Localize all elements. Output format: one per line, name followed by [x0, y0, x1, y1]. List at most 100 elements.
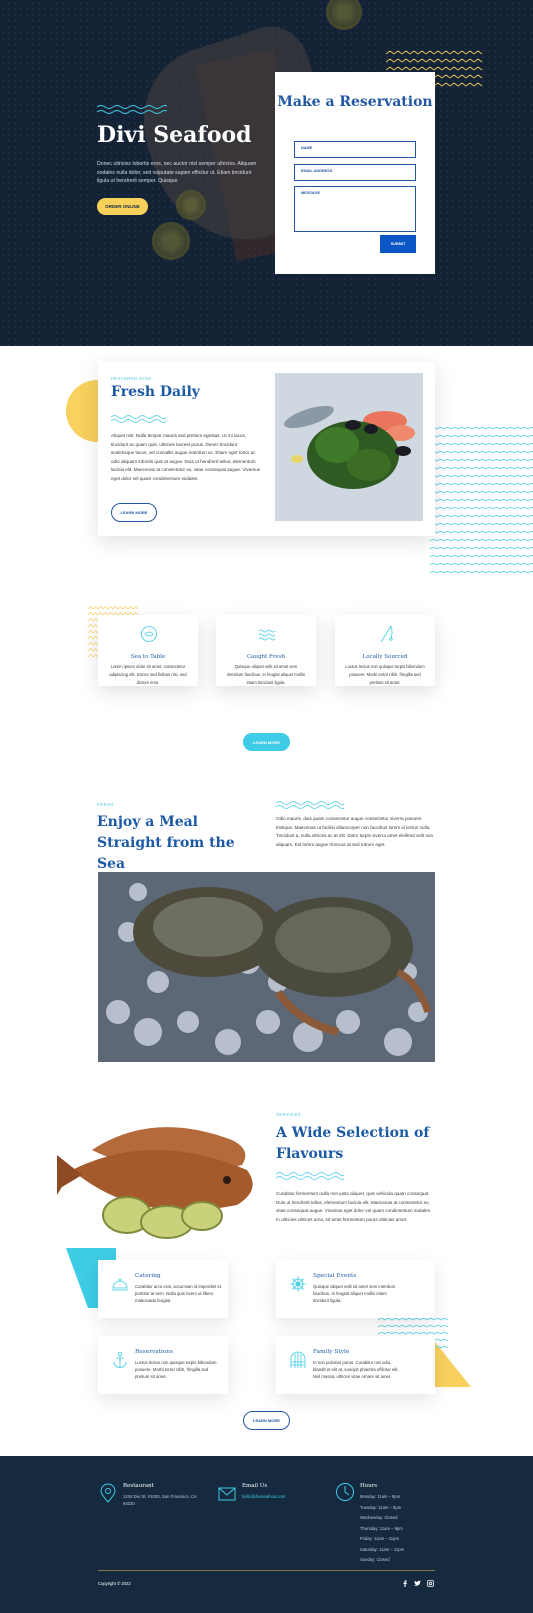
- footer-email-title: Email Us: [242, 1483, 268, 1489]
- wave-decoration: [276, 1172, 344, 1180]
- submit-button[interactable]: SUBMIT: [380, 235, 416, 253]
- decor-line: [430, 507, 533, 510]
- hero-title: Divi Seafood: [97, 122, 252, 148]
- footer-hours-title: Hours: [360, 1483, 378, 1489]
- decor-line: [430, 539, 533, 542]
- decor-line: [378, 1332, 448, 1335]
- footer-divider: [98, 1570, 435, 1571]
- meal-text: Odio mauris, duis quam consectetur augue…: [276, 816, 434, 847]
- footer-email-link[interactable]: hello@diviseafood.com: [242, 1493, 285, 1500]
- lemon-slice-image: [176, 190, 206, 220]
- crabs-on-ice-image: [98, 872, 435, 1062]
- decor-line: [430, 563, 533, 566]
- envelope-icon: [218, 1487, 236, 1501]
- decor-line: [88, 606, 138, 610]
- decor-line: [430, 547, 533, 550]
- service-family-style: Family Style In non pulvinar purus. Cura…: [276, 1336, 435, 1394]
- services-text: Curabitur fermentum nulla non justo aliq…: [276, 1191, 432, 1222]
- fish-plate-icon: [141, 626, 157, 642]
- net-icon: [290, 1351, 306, 1368]
- service-title: Catering: [135, 1273, 161, 1279]
- instagram-icon[interactable]: [427, 1580, 434, 1587]
- fresh-title: Fresh Daily: [111, 384, 200, 400]
- anchor-icon: [113, 1351, 127, 1369]
- decor-line: [430, 467, 533, 470]
- name-field[interactable]: NAME: [294, 141, 416, 158]
- wave-pattern-decoration: [430, 427, 533, 574]
- hours-line: Tuesday: 11am – 9pm: [360, 1504, 402, 1510]
- location-pin-icon: [100, 1483, 116, 1503]
- services-learn-more-button[interactable]: LEARN MORE: [243, 1411, 290, 1430]
- decor-line: [430, 435, 533, 438]
- wave-decoration: [97, 105, 167, 114]
- order-online-button[interactable]: ORDER ONLINE: [97, 198, 148, 215]
- decor-line: [378, 1325, 448, 1328]
- page: Divi Seafood Donec ultricies lobortis er…: [0, 0, 533, 1613]
- feature-locally-sourced: Locally Sourced Luctus lectus non quisqu…: [335, 615, 435, 686]
- twitter-icon[interactable]: [414, 1580, 421, 1587]
- reservation-title: Make a Reservation: [277, 94, 433, 110]
- decor-line: [430, 499, 533, 502]
- fresh-eyebrow: FEATURED DISH: [111, 376, 152, 381]
- features-learn-more-button[interactable]: LEARN MORE: [243, 733, 290, 751]
- seafood-illustration: [275, 373, 423, 521]
- decor-line: [430, 483, 533, 486]
- decor-line: [430, 571, 533, 574]
- watercolor-fish-illustration: [57, 1127, 253, 1239]
- fresh-text: Aliquet nisl. Nulla tempor mauris sed pr…: [111, 433, 261, 481]
- decor-line: [430, 523, 533, 526]
- hero-section: Divi Seafood Donec ultricies lobortis er…: [0, 0, 533, 346]
- services-title: A Wide Selection of Flavours: [276, 1125, 430, 1162]
- decor-line: [430, 475, 533, 478]
- feature-text: Luctus lectus non quisque turpis bibendu…: [345, 664, 425, 685]
- email-field[interactable]: EMAIL ADDRESS: [294, 164, 416, 181]
- decor-line: [430, 459, 533, 462]
- services-eyebrow: SERVICES: [276, 1112, 302, 1117]
- ships-wheel-icon: [290, 1276, 306, 1292]
- lemon-slice-image: [152, 222, 190, 260]
- hours-line: Saturday: 11am – 11pm: [360, 1546, 405, 1552]
- service-title: Reservations: [135, 1349, 174, 1355]
- reservation-form: Make a Reservation NAME EMAIL ADDRESS ME…: [275, 72, 435, 274]
- seafood-platter-image: [275, 373, 423, 521]
- crab-illustration: [98, 872, 435, 1062]
- service-text: In non pulvinar purus. Curabitur nisi od…: [313, 1360, 399, 1379]
- feature-sea-to-table: Sea to Table Lorem ipsum dolor sit amet,…: [98, 615, 198, 686]
- wave-decoration: [276, 801, 344, 809]
- footer-restaurant-title: Restaurant: [123, 1483, 154, 1489]
- feature-title: Sea to Table: [130, 654, 166, 660]
- service-title: Special Events: [313, 1273, 357, 1279]
- fresh-daily-card: FEATURED DISH Fresh Daily Aliquet nisl. …: [98, 362, 435, 536]
- wave-decoration: [111, 415, 166, 423]
- meal-title: Enjoy a Meal Straight from the Sea: [97, 814, 235, 872]
- service-special-events: Special Events Quisque aliquet velit sit…: [276, 1260, 435, 1318]
- feature-title: Locally Sourced: [362, 654, 408, 660]
- hours-line: Friday: 11am – 11pm: [360, 1536, 399, 1541]
- decor-line: [430, 451, 533, 454]
- service-text: Luctus lectus non quisque turpis bibendu…: [135, 1360, 217, 1379]
- service-title: Family Style: [313, 1349, 350, 1355]
- facebook-icon[interactable]: [402, 1580, 408, 1587]
- meal-eyebrow: FRESH: [97, 802, 114, 807]
- decor-line: [430, 515, 533, 518]
- feature-text: Quisque aliquet velit sit amet sem inter…: [227, 664, 305, 685]
- hero-text: Donec ultricies lobortis eros, nec aucto…: [97, 161, 257, 184]
- fresh-learn-more-button[interactable]: LEARN MORE: [111, 503, 157, 522]
- decor-line: [430, 555, 533, 558]
- service-text: Quisque aliquet velit sit amet sem inter…: [313, 1284, 396, 1303]
- decor-line: [430, 531, 533, 534]
- copyright: Copyright © 2022: [98, 1581, 131, 1586]
- waves-icon: [258, 629, 276, 641]
- decor-line: [430, 443, 533, 446]
- footer-address: 1234 Divi St. #1000, San Francisco, CA 9…: [123, 1494, 197, 1506]
- message-field[interactable]: MESSAGE: [294, 186, 416, 232]
- decor-line: [430, 491, 533, 494]
- service-reservations: Reservations Luctus lectus non quisque t…: [98, 1336, 228, 1394]
- cloche-icon: [112, 1278, 128, 1291]
- feature-text: Lorem ipsum dolor sit amet, consectetur …: [109, 664, 187, 685]
- hours-line: Wednesday: Closed: [360, 1515, 398, 1520]
- hours-line: Sunday: Closed: [360, 1557, 390, 1562]
- decor-line: [430, 427, 533, 430]
- feature-caught-fresh: Caught Fresh Quisque aliquet velit sit a…: [216, 615, 316, 686]
- feature-title: Caught Fresh: [246, 654, 286, 660]
